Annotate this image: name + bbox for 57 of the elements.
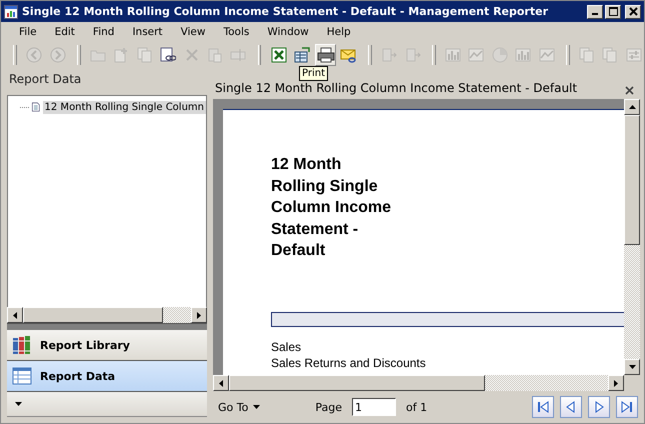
- splitter-handle[interactable]: [7, 323, 207, 330]
- document-icon: [32, 100, 40, 114]
- minimize-icon: [592, 13, 598, 15]
- next-icon: [593, 401, 605, 413]
- document-title: Single 12 Month Rolling Column Income Statement - Default: [215, 81, 578, 95]
- next-page-button[interactable]: [588, 396, 610, 418]
- close-button[interactable]: [625, 4, 641, 18]
- panel-title: Report Data: [8, 71, 82, 88]
- go-to-menu[interactable]: Go To: [213, 400, 266, 414]
- tooltip: Print: [299, 66, 328, 81]
- first-page-button[interactable]: [532, 396, 554, 418]
- books-icon: [12, 335, 32, 355]
- nav-pane-button[interactable]: Report Library: [7, 330, 207, 361]
- vertical-scrollbar[interactable]: [624, 99, 640, 375]
- window-title: Single 12 Month Rolling Column Income Statement - Default - Management Reporter: [22, 5, 550, 18]
- report-row-label: Sales Returns and Discounts: [271, 354, 427, 370]
- scrollbar-thumb[interactable]: [624, 115, 640, 245]
- app-icon: [4, 4, 18, 18]
- menu-item[interactable]: Edit: [46, 26, 85, 38]
- scroll-up-icon[interactable]: [628, 105, 636, 109]
- page-input[interactable]: 1: [352, 398, 396, 416]
- delete-icon: [184, 47, 200, 63]
- scroll-right-icon[interactable]: [197, 312, 201, 318]
- scrollbar-thumb[interactable]: [23, 307, 163, 323]
- menu-item[interactable]: Tools: [215, 26, 260, 38]
- page-label: Page: [315, 400, 342, 414]
- menu-item[interactable]: Window: [259, 26, 319, 38]
- caret-icon: [253, 405, 260, 409]
- scrollbar-thumb[interactable]: [229, 375, 486, 391]
- scroll-left-icon[interactable]: [13, 312, 17, 318]
- chevron-down-icon[interactable]: [15, 402, 22, 406]
- first-icon: [537, 401, 549, 413]
- report-row-label: Sales: [271, 338, 302, 354]
- close-icon[interactable]: [625, 86, 634, 95]
- report-title: 12 Month Rolling Single Column Income Statement - Default: [271, 155, 392, 261]
- menu-item[interactable]: File: [11, 26, 47, 38]
- print-button[interactable]: [315, 44, 336, 66]
- maximize-icon: [608, 7, 618, 16]
- menu-item[interactable]: Find: [84, 26, 124, 38]
- menu-item[interactable]: Help: [318, 26, 361, 38]
- previous-icon: [565, 401, 577, 413]
- scroll-left-icon[interactable]: [219, 380, 223, 386]
- table-icon: [12, 366, 32, 386]
- last-page-button[interactable]: [616, 396, 638, 418]
- close-icon: [628, 7, 638, 16]
- page-total: of 1: [406, 400, 428, 414]
- minimize-button[interactable]: [587, 4, 603, 18]
- horizontal-scrollbar[interactable]: [7, 307, 207, 323]
- last-icon: [621, 401, 633, 413]
- menu-item[interactable]: View: [172, 26, 216, 38]
- tree-item[interactable]: 12 Month Rolling Single Column: [42, 100, 206, 114]
- maximize-button[interactable]: [605, 4, 621, 18]
- scroll-right-icon[interactable]: [614, 380, 618, 386]
- scroll-down-icon[interactable]: [628, 365, 636, 369]
- prev-page-button[interactable]: [560, 396, 582, 418]
- nav-pane-button[interactable]: Report Data: [7, 361, 207, 392]
- menu-item[interactable]: Insert: [124, 26, 173, 38]
